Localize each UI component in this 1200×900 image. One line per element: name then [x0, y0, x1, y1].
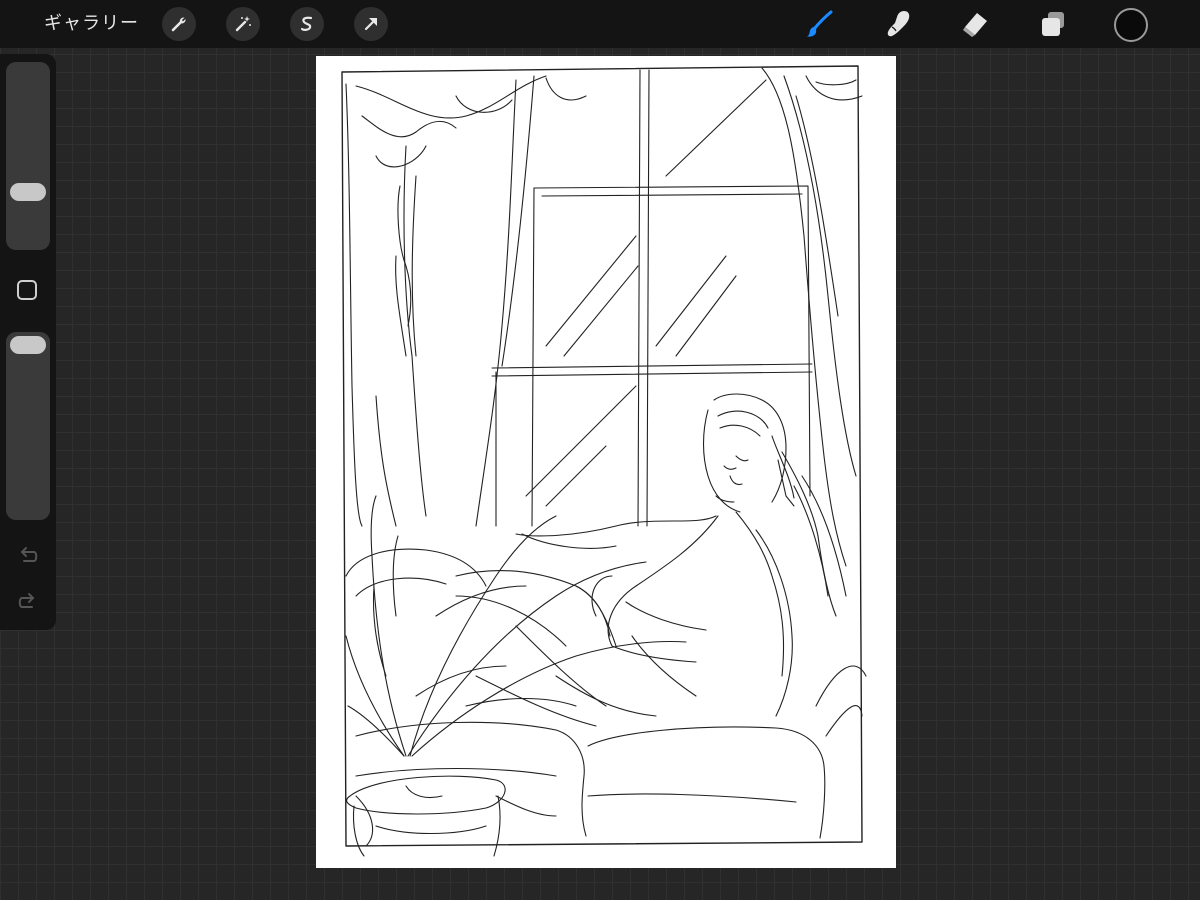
left-sidebar [0, 54, 56, 630]
redo-button[interactable] [16, 591, 40, 615]
magic-wand-icon [235, 16, 251, 32]
undo-button[interactable] [16, 544, 40, 568]
transform-button[interactable] [354, 7, 388, 41]
wrench-icon [171, 17, 186, 32]
color-picker-button[interactable] [1114, 8, 1148, 42]
selection-button[interactable] [290, 7, 324, 41]
eraser-button[interactable] [958, 7, 992, 41]
actions-button[interactable] [162, 7, 196, 41]
opacity-slider-thumb[interactable] [10, 336, 46, 354]
smudge-finger-icon [887, 11, 910, 37]
gallery-button[interactable]: ギャラリー [44, 10, 139, 38]
redo-arrow-icon [18, 593, 35, 608]
top-toolbar: ギャラリー [0, 0, 1200, 48]
drawing-canvas[interactable] [316, 56, 896, 868]
eraser-icon [963, 13, 987, 37]
adjustments-button[interactable] [226, 7, 260, 41]
modify-button[interactable] [17, 280, 37, 300]
opacity-slider[interactable] [6, 332, 50, 520]
brush-icon [807, 10, 833, 37]
arrow-cursor-icon [364, 18, 377, 31]
undo-arrow-icon [20, 547, 38, 562]
brush-size-slider[interactable] [6, 62, 50, 250]
sketch-artwork [341, 65, 867, 857]
layers-icon [1042, 12, 1064, 36]
brush-button[interactable] [803, 7, 837, 41]
smudge-button[interactable] [882, 7, 916, 41]
selection-s-icon [300, 16, 313, 31]
brush-size-slider-thumb[interactable] [10, 183, 46, 201]
layers-button[interactable] [1036, 7, 1070, 41]
